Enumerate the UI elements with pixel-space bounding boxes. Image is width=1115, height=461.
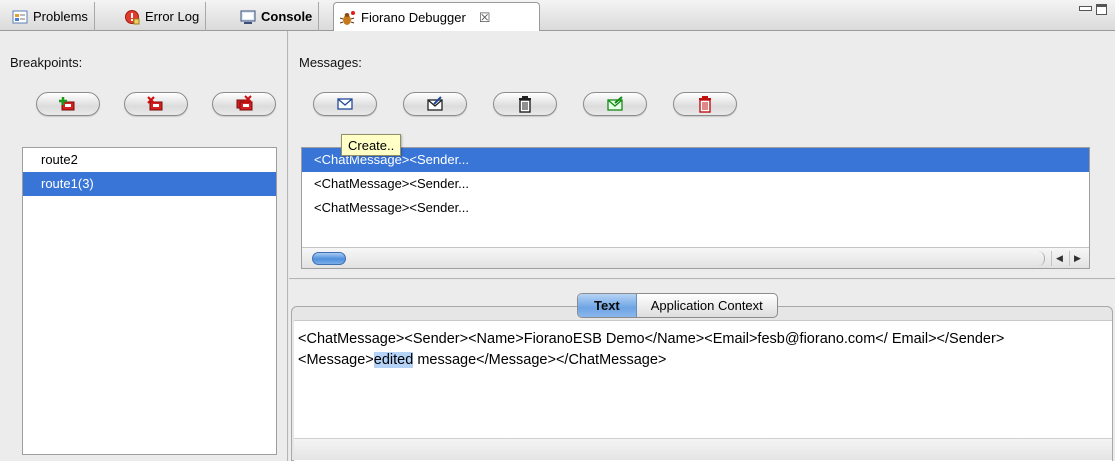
remove-all-breakpoints-icon (234, 95, 254, 113)
breakpoints-title: Breakpoints: (10, 55, 83, 70)
error-log-icon (124, 9, 140, 25)
trash-icon (516, 95, 534, 113)
delete-all-messages-button[interactable] (673, 92, 737, 116)
remove-all-breakpoints-button[interactable] (212, 92, 276, 116)
minimize-icon[interactable] (1079, 4, 1092, 15)
viewer-frame: <ChatMessage><Sender><Name>FioranoESB De… (291, 306, 1113, 461)
list-item[interactable]: route1(3) (23, 172, 276, 196)
add-breakpoint-button[interactable] (36, 92, 100, 116)
messages-title: Messages: (299, 55, 362, 70)
edit-envelope-icon (425, 96, 445, 112)
breakpoints-list[interactable]: route2 route1(3) (22, 147, 277, 455)
message-text-rest: message</Message></ChatMessage> (413, 352, 667, 368)
envelope-icon (335, 96, 355, 112)
fiorano-debugger-icon (339, 10, 356, 26)
list-item[interactable]: <ChatMessage><Sender... (302, 196, 1089, 220)
tab-label: Fiorano Debugger (361, 10, 466, 25)
scroll-left-icon[interactable]: ◀ (1051, 251, 1067, 266)
breakpoints-panel: Breakpoints: route2 route1(3) (0, 31, 288, 461)
red-trash-icon (696, 95, 714, 113)
remove-breakpoint-button[interactable] (124, 92, 188, 116)
tab-console[interactable]: Console (234, 2, 320, 31)
selected-text: edited (373, 352, 414, 368)
tab-label: Console (261, 9, 313, 24)
console-icon (240, 9, 256, 25)
send-message-button[interactable] (583, 92, 647, 116)
view-window-controls (1079, 4, 1107, 15)
messages-panel: Messages: <ChatMessage><Sender... <ChatM… (289, 31, 1115, 279)
messages-toolbar (313, 92, 737, 116)
scrollbar-thumb[interactable] (312, 252, 346, 265)
scrollbar-arrows: ◀ ▶ (1051, 251, 1085, 266)
send-envelope-icon (605, 96, 625, 112)
tab-label: Problems (33, 9, 88, 24)
add-breakpoint-icon (58, 95, 78, 113)
viewer-tab-switcher: Text Application Context (577, 293, 778, 318)
horizontal-scrollbar[interactable]: ◀ ▶ (302, 247, 1089, 268)
messages-list[interactable]: <ChatMessage><Sender... <ChatMessage><Se… (301, 147, 1090, 269)
scrollbar-track-end (1035, 251, 1045, 266)
problems-icon (12, 9, 28, 25)
message-viewer-panel: Text Application Context <ChatMessage><S… (289, 280, 1115, 461)
tab-error-log[interactable]: Error Log (118, 2, 207, 31)
list-item[interactable]: <ChatMessage><Sender... (302, 148, 1089, 172)
tab-problems[interactable]: Problems (6, 2, 95, 31)
tab-label: Error Log (145, 9, 200, 24)
close-tab-icon[interactable]: ☒ (479, 10, 491, 26)
create-message-button[interactable] (313, 92, 377, 116)
view-tab-bar: Problems Error Log Console Fiorano Debug… (0, 0, 1115, 32)
list-item[interactable]: route2 (23, 148, 276, 172)
maximize-icon[interactable] (1096, 4, 1107, 15)
tooltip: Create.. (341, 134, 402, 156)
breakpoints-toolbar (36, 92, 276, 116)
viewer-bottom-bar (294, 438, 1112, 460)
edit-message-button[interactable] (403, 92, 467, 116)
remove-breakpoint-icon (146, 95, 166, 113)
scroll-right-icon[interactable]: ▶ (1069, 251, 1085, 266)
tab-fiorano-debugger[interactable]: Fiorano Debugger ☒ (333, 2, 540, 32)
delete-message-button[interactable] (493, 92, 557, 116)
tab-text[interactable]: Text (578, 294, 637, 317)
list-item[interactable]: <ChatMessage><Sender... (302, 172, 1089, 196)
tab-application-context[interactable]: Application Context (637, 294, 777, 317)
